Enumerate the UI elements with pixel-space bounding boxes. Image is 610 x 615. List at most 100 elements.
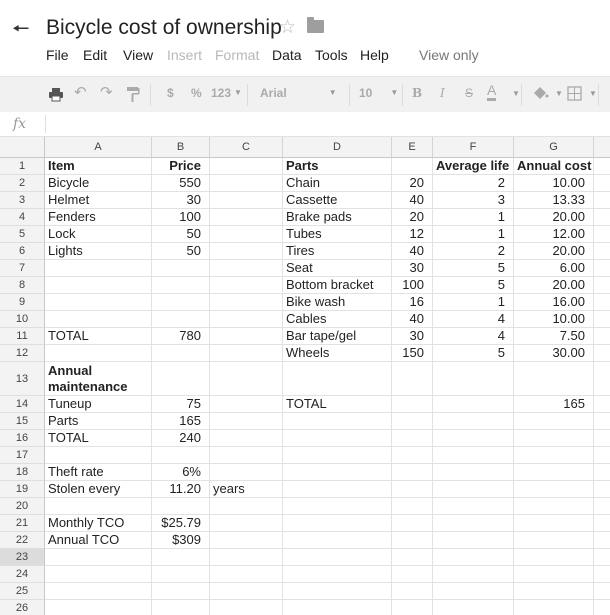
menu-help[interactable]: Help [360, 47, 389, 63]
row-header[interactable]: 6 [0, 243, 45, 260]
cell-d25[interactable] [283, 583, 392, 600]
cell-f22[interactable] [433, 532, 514, 549]
cell-b12[interactable] [152, 345, 210, 362]
cell-g4[interactable]: 20.00 [514, 209, 594, 226]
cell-b23[interactable] [152, 549, 210, 566]
cell-e20[interactable] [392, 498, 433, 515]
column-header-overflow[interactable] [594, 137, 610, 157]
number-format-button[interactable]: 123 ▼ [211, 86, 242, 100]
cell-e7[interactable]: 30 [392, 260, 433, 277]
cell-a26[interactable] [45, 600, 152, 615]
row-header[interactable]: 5 [0, 226, 45, 243]
cell-a12[interactable] [45, 345, 152, 362]
column-header-c[interactable]: C [210, 137, 283, 157]
cell-g9[interactable]: 16.00 [514, 294, 594, 311]
cell-c17[interactable] [210, 447, 283, 464]
row-header[interactable]: 1 [0, 158, 45, 175]
cell-c11[interactable] [210, 328, 283, 345]
cell-f24[interactable] [433, 566, 514, 583]
cell-d20[interactable] [283, 498, 392, 515]
cell-h6[interactable] [594, 243, 610, 260]
cell-h14[interactable] [594, 396, 610, 413]
cell-a8[interactable] [45, 277, 152, 294]
cell-e14[interactable] [392, 396, 433, 413]
cell-e25[interactable] [392, 583, 433, 600]
row-header[interactable]: 24 [0, 566, 45, 583]
cell-g6[interactable]: 20.00 [514, 243, 594, 260]
cell-c9[interactable] [210, 294, 283, 311]
cell-c3[interactable] [210, 192, 283, 209]
cell-a13[interactable]: Annual maintenance [45, 362, 152, 396]
cell-f4[interactable]: 1 [433, 209, 514, 226]
row-header[interactable]: 20 [0, 498, 45, 515]
cell-f1[interactable]: Average life [433, 158, 514, 175]
cell-a7[interactable] [45, 260, 152, 277]
cell-h1[interactable] [594, 158, 610, 175]
cell-h20[interactable] [594, 498, 610, 515]
cell-d5[interactable]: Tubes [283, 226, 392, 243]
cell-g26[interactable] [514, 600, 594, 615]
cell-b2[interactable]: 550 [152, 175, 210, 192]
cell-g2[interactable]: 10.00 [514, 175, 594, 192]
cell-h17[interactable] [594, 447, 610, 464]
cell-e19[interactable] [392, 481, 433, 498]
cell-a5[interactable]: Lock [45, 226, 152, 243]
cell-g8[interactable]: 20.00 [514, 277, 594, 294]
cell-d19[interactable] [283, 481, 392, 498]
italic-button[interactable]: I [440, 86, 445, 100]
cell-h15[interactable] [594, 413, 610, 430]
cell-h24[interactable] [594, 566, 610, 583]
row-header[interactable]: 9 [0, 294, 45, 311]
cell-h26[interactable] [594, 600, 610, 615]
cell-h12[interactable] [594, 345, 610, 362]
cell-a17[interactable] [45, 447, 152, 464]
cell-g12[interactable]: 30.00 [514, 345, 594, 362]
cell-b3[interactable]: 30 [152, 192, 210, 209]
cell-d7[interactable]: Seat [283, 260, 392, 277]
back-arrow-icon[interactable]: 🠔 [12, 18, 34, 40]
cell-c25[interactable] [210, 583, 283, 600]
cell-g17[interactable] [514, 447, 594, 464]
cell-a19[interactable]: Stolen every [45, 481, 152, 498]
cell-f19[interactable] [433, 481, 514, 498]
cell-a16[interactable]: TOTAL [45, 430, 152, 447]
row-header[interactable]: 2 [0, 175, 45, 192]
cell-g10[interactable]: 10.00 [514, 311, 594, 328]
cell-e18[interactable] [392, 464, 433, 481]
cell-b4[interactable]: 100 [152, 209, 210, 226]
document-title[interactable]: Bicycle cost of ownership [46, 16, 282, 40]
cell-e6[interactable]: 40 [392, 243, 433, 260]
cell-e24[interactable] [392, 566, 433, 583]
cell-f13[interactable] [433, 362, 514, 396]
redo-icon[interactable]: ↷ [100, 83, 113, 101]
font-family-select[interactable]: Arial ▼ [260, 86, 337, 100]
column-header-e[interactable]: E [392, 137, 433, 157]
cell-b18[interactable]: 6% [152, 464, 210, 481]
cell-c5[interactable] [210, 226, 283, 243]
cell-f2[interactable]: 2 [433, 175, 514, 192]
cell-f20[interactable] [433, 498, 514, 515]
cell-g7[interactable]: 6.00 [514, 260, 594, 277]
row-header[interactable]: 25 [0, 583, 45, 600]
cell-h25[interactable] [594, 583, 610, 600]
row-header[interactable]: 7 [0, 260, 45, 277]
cell-c15[interactable] [210, 413, 283, 430]
bold-button[interactable]: B [412, 86, 422, 100]
cell-d17[interactable] [283, 447, 392, 464]
cell-b5[interactable]: 50 [152, 226, 210, 243]
cell-d2[interactable]: Chain [283, 175, 392, 192]
cell-b7[interactable] [152, 260, 210, 277]
row-header[interactable]: 22 [0, 532, 45, 549]
cell-c10[interactable] [210, 311, 283, 328]
cell-e23[interactable] [392, 549, 433, 566]
cell-h23[interactable] [594, 549, 610, 566]
cell-c16[interactable] [210, 430, 283, 447]
cell-a1[interactable]: Item [45, 158, 152, 175]
cell-g3[interactable]: 13.33 [514, 192, 594, 209]
cell-b16[interactable]: 240 [152, 430, 210, 447]
text-color-button[interactable]: A [487, 83, 497, 101]
row-header[interactable]: 19 [0, 481, 45, 498]
column-header-d[interactable]: D [283, 137, 392, 157]
cell-a18[interactable]: Theft rate [45, 464, 152, 481]
cell-e8[interactable]: 100 [392, 277, 433, 294]
